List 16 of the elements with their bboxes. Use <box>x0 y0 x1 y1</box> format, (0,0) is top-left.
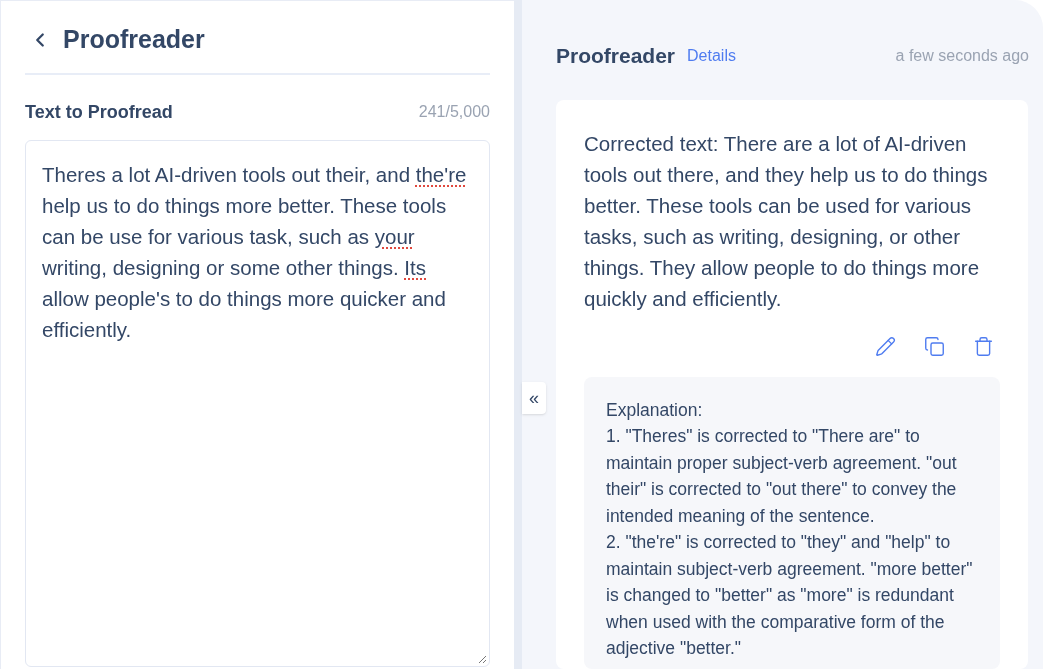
panel-title: Proofreader <box>556 43 676 69</box>
explanation-text: 2. "the're" is corrected to "they" and "help" to maintain subject-verb agreement. "more better" is changed to "better" as "more" is redundant when used with the comparative form of the adjective "better." <box>606 531 974 660</box>
pencil-icon[interactable] <box>875 335 896 357</box>
resize-handle-icon[interactable] <box>477 654 487 664</box>
corrected-text: Corrected text: There are a lot of AI-driven tools out there, and they help us to do things better. These tools can be used for various tasks, such as writing, designing, or other things. They allow people to do things more quickly and efficiently. <box>584 130 989 312</box>
copy-icon[interactable] <box>924 335 945 357</box>
field-label: Text to Proofread <box>25 100 173 124</box>
trash-icon[interactable] <box>973 335 994 357</box>
timestamp: a few seconds ago <box>895 45 1029 66</box>
explanation-text: 1. "Theres" is corrected to "There are" to maintain proper subject-verb agreement. "out their" is corrected to "out there" to convey the intended meaning of the sentence. <box>606 425 958 528</box>
page-title: Proofreader <box>63 24 205 55</box>
explanation-text: Explanation: <box>606 398 704 422</box>
details-link[interactable]: Details <box>687 43 736 68</box>
text-input-field[interactable]: Theres a lot AI-driven tools out their, and the're help us to do things more better. These tools can be use for various task, such as your writing, designing or some other things. Its allow people's to do things more quicker and efficiently. <box>25 139 490 667</box>
collapse-button[interactable]: « <box>522 382 546 414</box>
character-count: 241/5,000 <box>418 102 490 122</box>
